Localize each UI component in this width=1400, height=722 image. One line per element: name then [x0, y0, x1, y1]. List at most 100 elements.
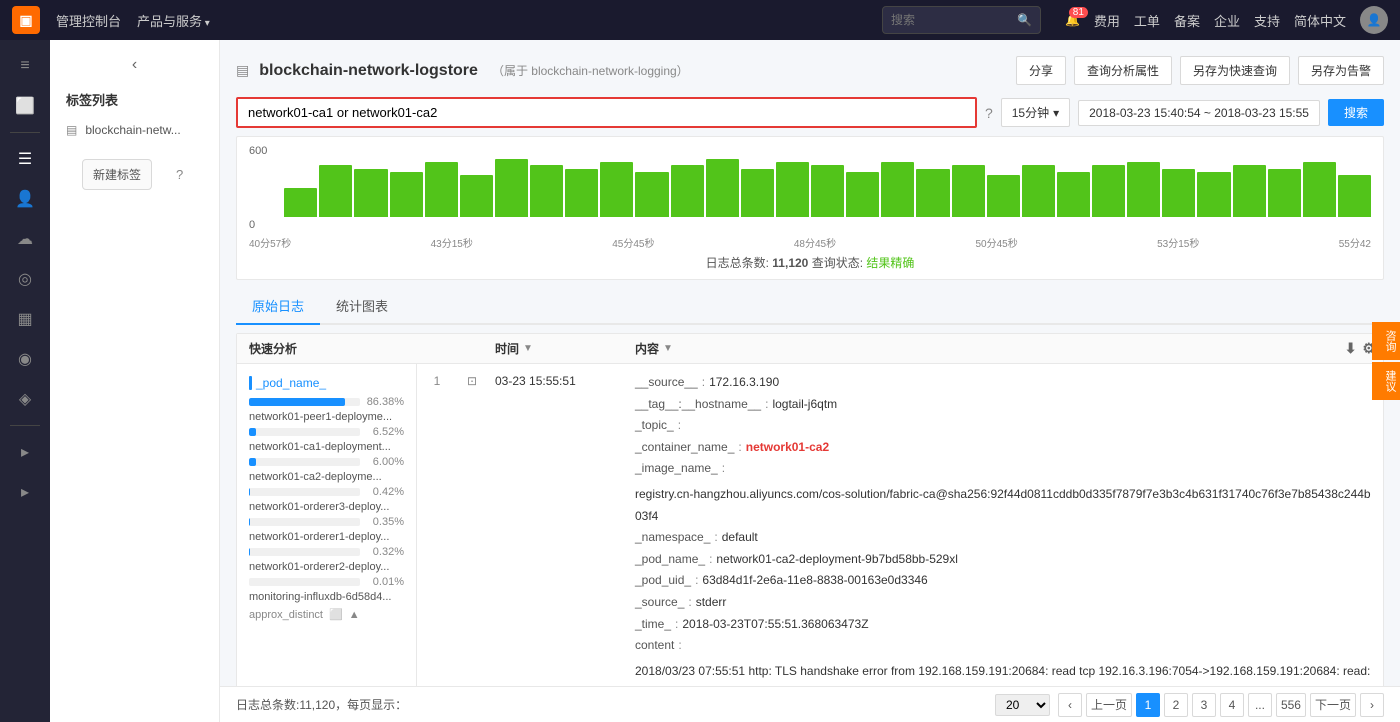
new-tag-button[interactable]: 新建标签: [82, 159, 152, 190]
page-next-btn[interactable]: ›: [1360, 693, 1384, 717]
chart-bar[interactable]: [1092, 165, 1125, 217]
chart-bar[interactable]: [1127, 162, 1160, 217]
header-time-sort-icon[interactable]: ▼: [523, 343, 533, 354]
chart-bar[interactable]: [811, 165, 844, 217]
sidebar-dot-icon[interactable]: ◉: [7, 341, 43, 377]
qa-value-5[interactable]: network01-orderer1-deploy...: [237, 530, 416, 544]
chart-bar[interactable]: [530, 165, 563, 217]
new-tag-label: 新建标签: [93, 166, 141, 183]
chart-bars[interactable]: [249, 159, 1371, 219]
top-search-input[interactable]: [891, 13, 1011, 27]
entry-val: stderr: [696, 592, 727, 614]
chart-bar[interactable]: [952, 165, 985, 217]
download-icon[interactable]: ⬇: [1345, 340, 1357, 357]
qa-value-1[interactable]: network01-peer1-deployme...: [237, 410, 416, 424]
nav-support[interactable]: 支持: [1254, 11, 1280, 30]
query-help-icon[interactable]: ?: [985, 105, 993, 121]
search-button[interactable]: 搜索: [1328, 99, 1384, 126]
qa-value-2[interactable]: network01-ca1-deployment...: [237, 440, 416, 454]
sidebar-cloud-icon[interactable]: ☁: [7, 221, 43, 257]
header-content[interactable]: 内容 ▼: [627, 340, 1323, 357]
consult-button[interactable]: 咨询: [1372, 322, 1400, 360]
qa-value-4[interactable]: network01-orderer3-deploy...: [237, 500, 416, 514]
tab-stats-chart[interactable]: 统计图表: [320, 288, 404, 325]
tag-item-blockchain[interactable]: ▤ blockchain-netw...: [50, 117, 219, 143]
nav-language[interactable]: 简体中文: [1294, 11, 1346, 30]
save-alert-button[interactable]: 另存为告警: [1298, 56, 1384, 85]
chart-bar[interactable]: [1022, 165, 1055, 217]
save-quick-query-button[interactable]: 另存为快速查询: [1180, 56, 1290, 85]
nav-filing[interactable]: 备案: [1174, 11, 1200, 30]
chart-bar[interactable]: [284, 188, 317, 217]
chart-bar[interactable]: [1303, 162, 1336, 217]
qa-value-7[interactable]: monitoring-influxdb-6d58d4...: [237, 590, 416, 604]
nav-enterprise[interactable]: 企业: [1214, 11, 1240, 30]
nav-fee[interactable]: 费用: [1094, 11, 1120, 30]
sidebar-person-icon[interactable]: 👤: [7, 181, 43, 217]
chart-bar[interactable]: [1057, 172, 1090, 217]
nav-console[interactable]: 管理控制台: [56, 11, 121, 30]
notification-bell[interactable]: 🔔 81: [1065, 13, 1080, 27]
chart-bar[interactable]: [706, 159, 739, 217]
chart-bar[interactable]: [987, 175, 1020, 217]
qa-expand-icon[interactable]: ⬜: [329, 608, 343, 621]
sidebar-expand2-icon[interactable]: ▸: [7, 474, 43, 510]
sidebar-home-icon[interactable]: ⬜: [7, 88, 43, 124]
page-4-btn[interactable]: 4: [1220, 693, 1244, 717]
chart-bar[interactable]: [1162, 169, 1195, 217]
sidebar-expand-icon[interactable]: ▸: [7, 434, 43, 470]
page-3-btn[interactable]: 3: [1192, 693, 1216, 717]
sidebar-menu-icon[interactable]: ≡: [7, 48, 43, 84]
chart-bar[interactable]: [460, 175, 493, 217]
qa-sort-icon[interactable]: ▲: [349, 609, 360, 621]
chart-bar[interactable]: [600, 162, 633, 217]
qa-field-pod-name[interactable]: _pod_name_: [237, 372, 416, 394]
chart-bar[interactable]: [1338, 175, 1371, 217]
nav-products[interactable]: 产品与服务: [137, 11, 210, 30]
page-next-text-btn[interactable]: 下一页: [1310, 693, 1356, 717]
chart-bar[interactable]: [425, 162, 458, 217]
qa-value-6[interactable]: network01-orderer2-deploy...: [237, 560, 416, 574]
chart-bar[interactable]: [741, 169, 774, 217]
chart-bar[interactable]: [881, 162, 914, 217]
sidebar-circle-icon[interactable]: ◎: [7, 261, 43, 297]
chart-bar[interactable]: [1233, 165, 1266, 217]
chart-bar[interactable]: [776, 162, 809, 217]
qa-approx[interactable]: approx_distinct ⬜ ▲: [237, 604, 416, 625]
chart-bar[interactable]: [1197, 172, 1230, 217]
chart-bar[interactable]: [671, 165, 704, 217]
query-props-button[interactable]: 查询分析属性: [1074, 56, 1172, 85]
page-1-btn[interactable]: 1: [1136, 693, 1160, 717]
time-selector[interactable]: 15分钟 ▾: [1001, 98, 1070, 127]
help-icon[interactable]: ?: [176, 167, 183, 182]
collapse-button[interactable]: ‹: [50, 52, 219, 82]
nav-ticket[interactable]: 工单: [1134, 11, 1160, 30]
page-2-btn[interactable]: 2: [1164, 693, 1188, 717]
header-time[interactable]: 时间 ▼: [487, 340, 627, 357]
chart-bar[interactable]: [635, 172, 668, 217]
chart-bar[interactable]: [390, 172, 423, 217]
entry-expand-1[interactable]: ⊡: [457, 372, 487, 704]
page-prev-text-btn[interactable]: 上一页: [1086, 693, 1132, 717]
footer-total-text: 日志总条数:11,120，每页显示：: [236, 696, 407, 713]
user-avatar[interactable]: 👤: [1360, 6, 1388, 34]
header-content-sort-icon[interactable]: ▼: [663, 343, 673, 354]
chart-bar[interactable]: [319, 165, 352, 217]
suggest-button[interactable]: 建议: [1372, 362, 1400, 400]
sidebar-diamond-icon[interactable]: ◈: [7, 381, 43, 417]
tab-raw-log[interactable]: 原始日志: [236, 288, 320, 325]
chart-bar[interactable]: [354, 169, 387, 217]
chart-bar[interactable]: [846, 172, 879, 217]
page-last-btn[interactable]: 556: [1276, 693, 1306, 717]
sidebar-grid-icon[interactable]: ▦: [7, 301, 43, 337]
qa-value-3[interactable]: network01-ca2-deployme...: [237, 470, 416, 484]
sidebar-log-icon[interactable]: ☰: [7, 141, 43, 177]
chart-bar[interactable]: [916, 169, 949, 217]
share-button[interactable]: 分享: [1016, 56, 1066, 85]
page-size-select[interactable]: 20 50 100: [995, 694, 1050, 716]
chart-bar[interactable]: [495, 159, 528, 217]
chart-bar[interactable]: [1268, 169, 1301, 217]
page-prev-btn[interactable]: ‹: [1058, 693, 1082, 717]
query-input[interactable]: [238, 99, 975, 126]
chart-bar[interactable]: [565, 169, 598, 217]
